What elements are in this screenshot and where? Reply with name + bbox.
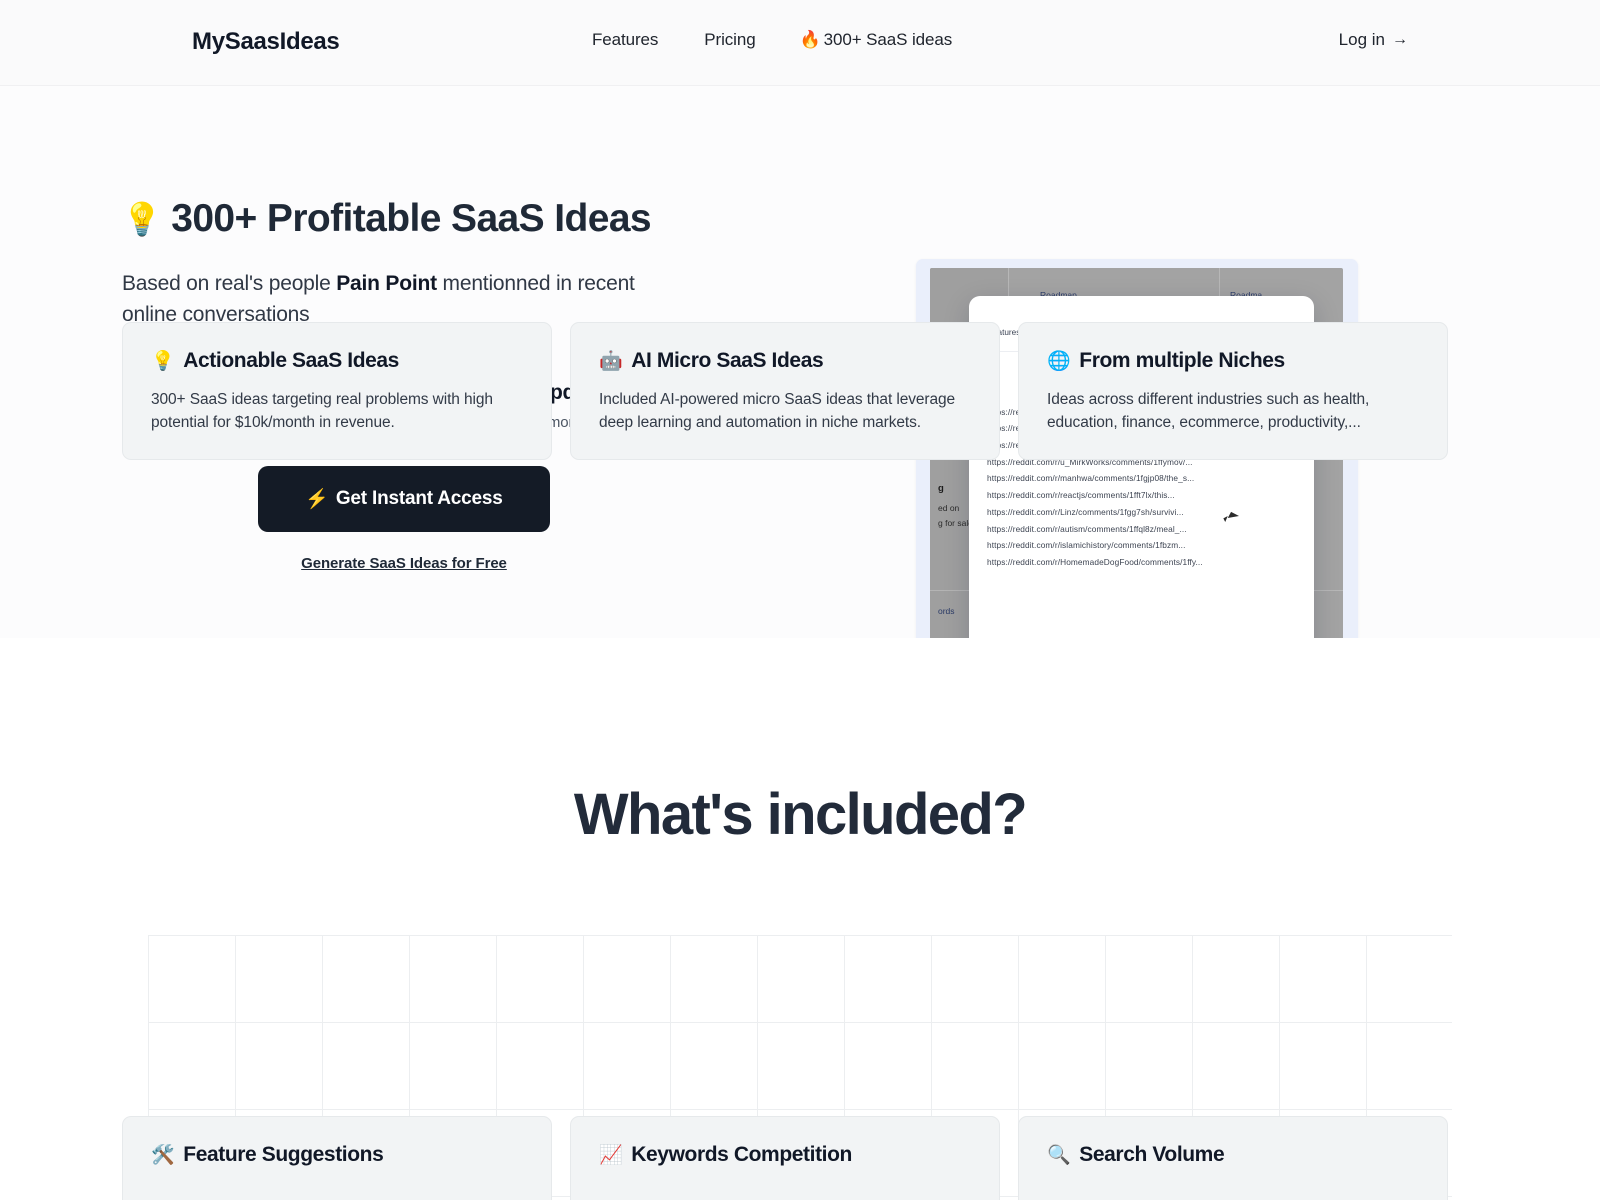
hero-subtitle-bold: Pain Point — [336, 271, 437, 295]
nav-item-pricing[interactable]: Pricing — [682, 30, 779, 50]
nav-item-saas-ideas-label: 300+ SaaS ideas — [823, 30, 953, 49]
login-label: Log in — [1338, 30, 1385, 49]
robot-icon: 🤖 — [599, 351, 623, 372]
feature-card-title-row: 🔍 Search Volume — [1047, 1143, 1419, 1167]
nav-item-features[interactable]: Features — [592, 30, 682, 50]
feature-card-title: Feature Suggestions — [183, 1143, 384, 1166]
feature-card-desc: Ideas across different industries such a… — [1047, 391, 1370, 432]
lightbulb-icon: 💡 — [151, 351, 175, 372]
source-url[interactable]: https://reddit.com/r/manhwa/comments/1fg… — [981, 467, 1302, 483]
brand-logo[interactable]: MySaasIdeas — [192, 28, 340, 56]
feature-card-keywords-competition[interactable]: 📈 Keywords Competition — [570, 1116, 1000, 1200]
arrow-right-icon: → — [1392, 31, 1408, 48]
main-nav: Features Pricing 🔥 300+ SaaS ideas — [592, 30, 976, 50]
feature-card-title-row: 📈 Keywords Competition — [599, 1143, 971, 1167]
feature-card-title: Search Volume — [1079, 1143, 1225, 1166]
feature-cards-row-2: 🛠️ Feature Suggestions 📈 Keywords Compet… — [122, 1116, 1478, 1200]
hero-title-text: 300+ Profitable SaaS Ideas — [171, 197, 651, 240]
feature-card-title: Keywords Competition — [631, 1143, 852, 1166]
nav-item-saas-ideas[interactable]: 🔥 300+ SaaS ideas — [780, 30, 977, 50]
get-instant-access-button[interactable]: ⚡ Get Instant Access — [258, 466, 550, 532]
hero-title: 💡 300+ Profitable SaaS Ideas — [122, 196, 822, 243]
feature-card-actionable-ideas[interactable]: 💡 Actionable SaaS Ideas 300+ SaaS ideas … — [122, 322, 552, 460]
feature-card-title: Actionable SaaS Ideas — [183, 349, 399, 372]
generate-free-link[interactable]: Generate SaaS Ideas for Free — [258, 555, 550, 572]
hero-copy: 💡 300+ Profitable SaaS Ideas Based on re… — [122, 196, 822, 331]
feature-card-title: AI Micro SaaS Ideas — [631, 349, 824, 372]
feature-card-title-row: 🌐 From multiple Niches — [1047, 349, 1419, 373]
feature-cards-row-1: 💡 Actionable SaaS Ideas 300+ SaaS ideas … — [122, 322, 1478, 460]
feature-card-title-row: 💡 Actionable SaaS Ideas — [151, 349, 523, 373]
bg-body-10: ed on — [938, 503, 960, 513]
login-button[interactable]: Log in → — [1339, 30, 1408, 50]
feature-card-desc: 300+ SaaS ideas targeting real problems … — [151, 391, 493, 432]
source-url[interactable]: https://reddit.com/r/autism/comments/1ff… — [981, 517, 1302, 534]
lightbulb-icon: 💡 — [122, 201, 162, 238]
section-title: What's included? — [573, 782, 1028, 847]
globe-icon: 🌐 — [1047, 351, 1071, 372]
source-url[interactable]: https://reddit.com/r/islamichistory/comm… — [981, 534, 1302, 550]
feature-card-desc: Included AI-powered micro SaaS ideas tha… — [599, 391, 956, 432]
feature-card-title: From multiple Niches — [1079, 349, 1285, 372]
page-root: MySaasIdeas Features Pricing 🔥 300+ SaaS… — [0, 0, 1600, 1200]
get-instant-access-label: Get Instant Access — [335, 488, 503, 509]
hammer-wrench-icon: 🛠️ — [151, 1145, 175, 1166]
lightning-icon: ⚡ — [305, 489, 329, 510]
feature-card-title-row: 🛠️ Feature Suggestions — [151, 1143, 523, 1167]
hero-subtitle-before: Based on real's people — [122, 271, 337, 295]
source-url[interactable]: https://reddit.com/r/Linz/comments/1fgg7… — [981, 500, 1302, 517]
feature-card-feature-suggestions[interactable]: 🛠️ Feature Suggestions — [122, 1116, 552, 1200]
magnifier-icon: 🔍 — [1047, 1145, 1071, 1166]
source-url[interactable]: https://reddit.com/r/HomemadeDogFood/com… — [981, 550, 1302, 567]
feature-card-ai-micro-saas[interactable]: 🤖 AI Micro SaaS Ideas Included AI-powere… — [570, 322, 1000, 460]
bg-label-keywords-2: ords — [938, 606, 955, 616]
source-url[interactable]: https://reddit.com/r/reactjs/comments/1f… — [981, 483, 1302, 500]
bg-body-9: g — [938, 483, 944, 494]
chart-increasing-icon: 📈 — [599, 1145, 623, 1166]
fire-icon: 🔥 — [799, 30, 821, 49]
feature-card-search-volume[interactable]: 🔍 Search Volume — [1018, 1116, 1448, 1200]
feature-card-title-row: 🤖 AI Micro SaaS Ideas — [599, 349, 971, 373]
site-header: MySaasIdeas Features Pricing 🔥 300+ SaaS… — [0, 0, 1600, 86]
hero-cta-group: ⚡ Get Instant Access Generate SaaS Ideas… — [258, 466, 550, 572]
feature-card-multiple-niches[interactable]: 🌐 From multiple Niches Ideas across diff… — [1018, 322, 1448, 460]
